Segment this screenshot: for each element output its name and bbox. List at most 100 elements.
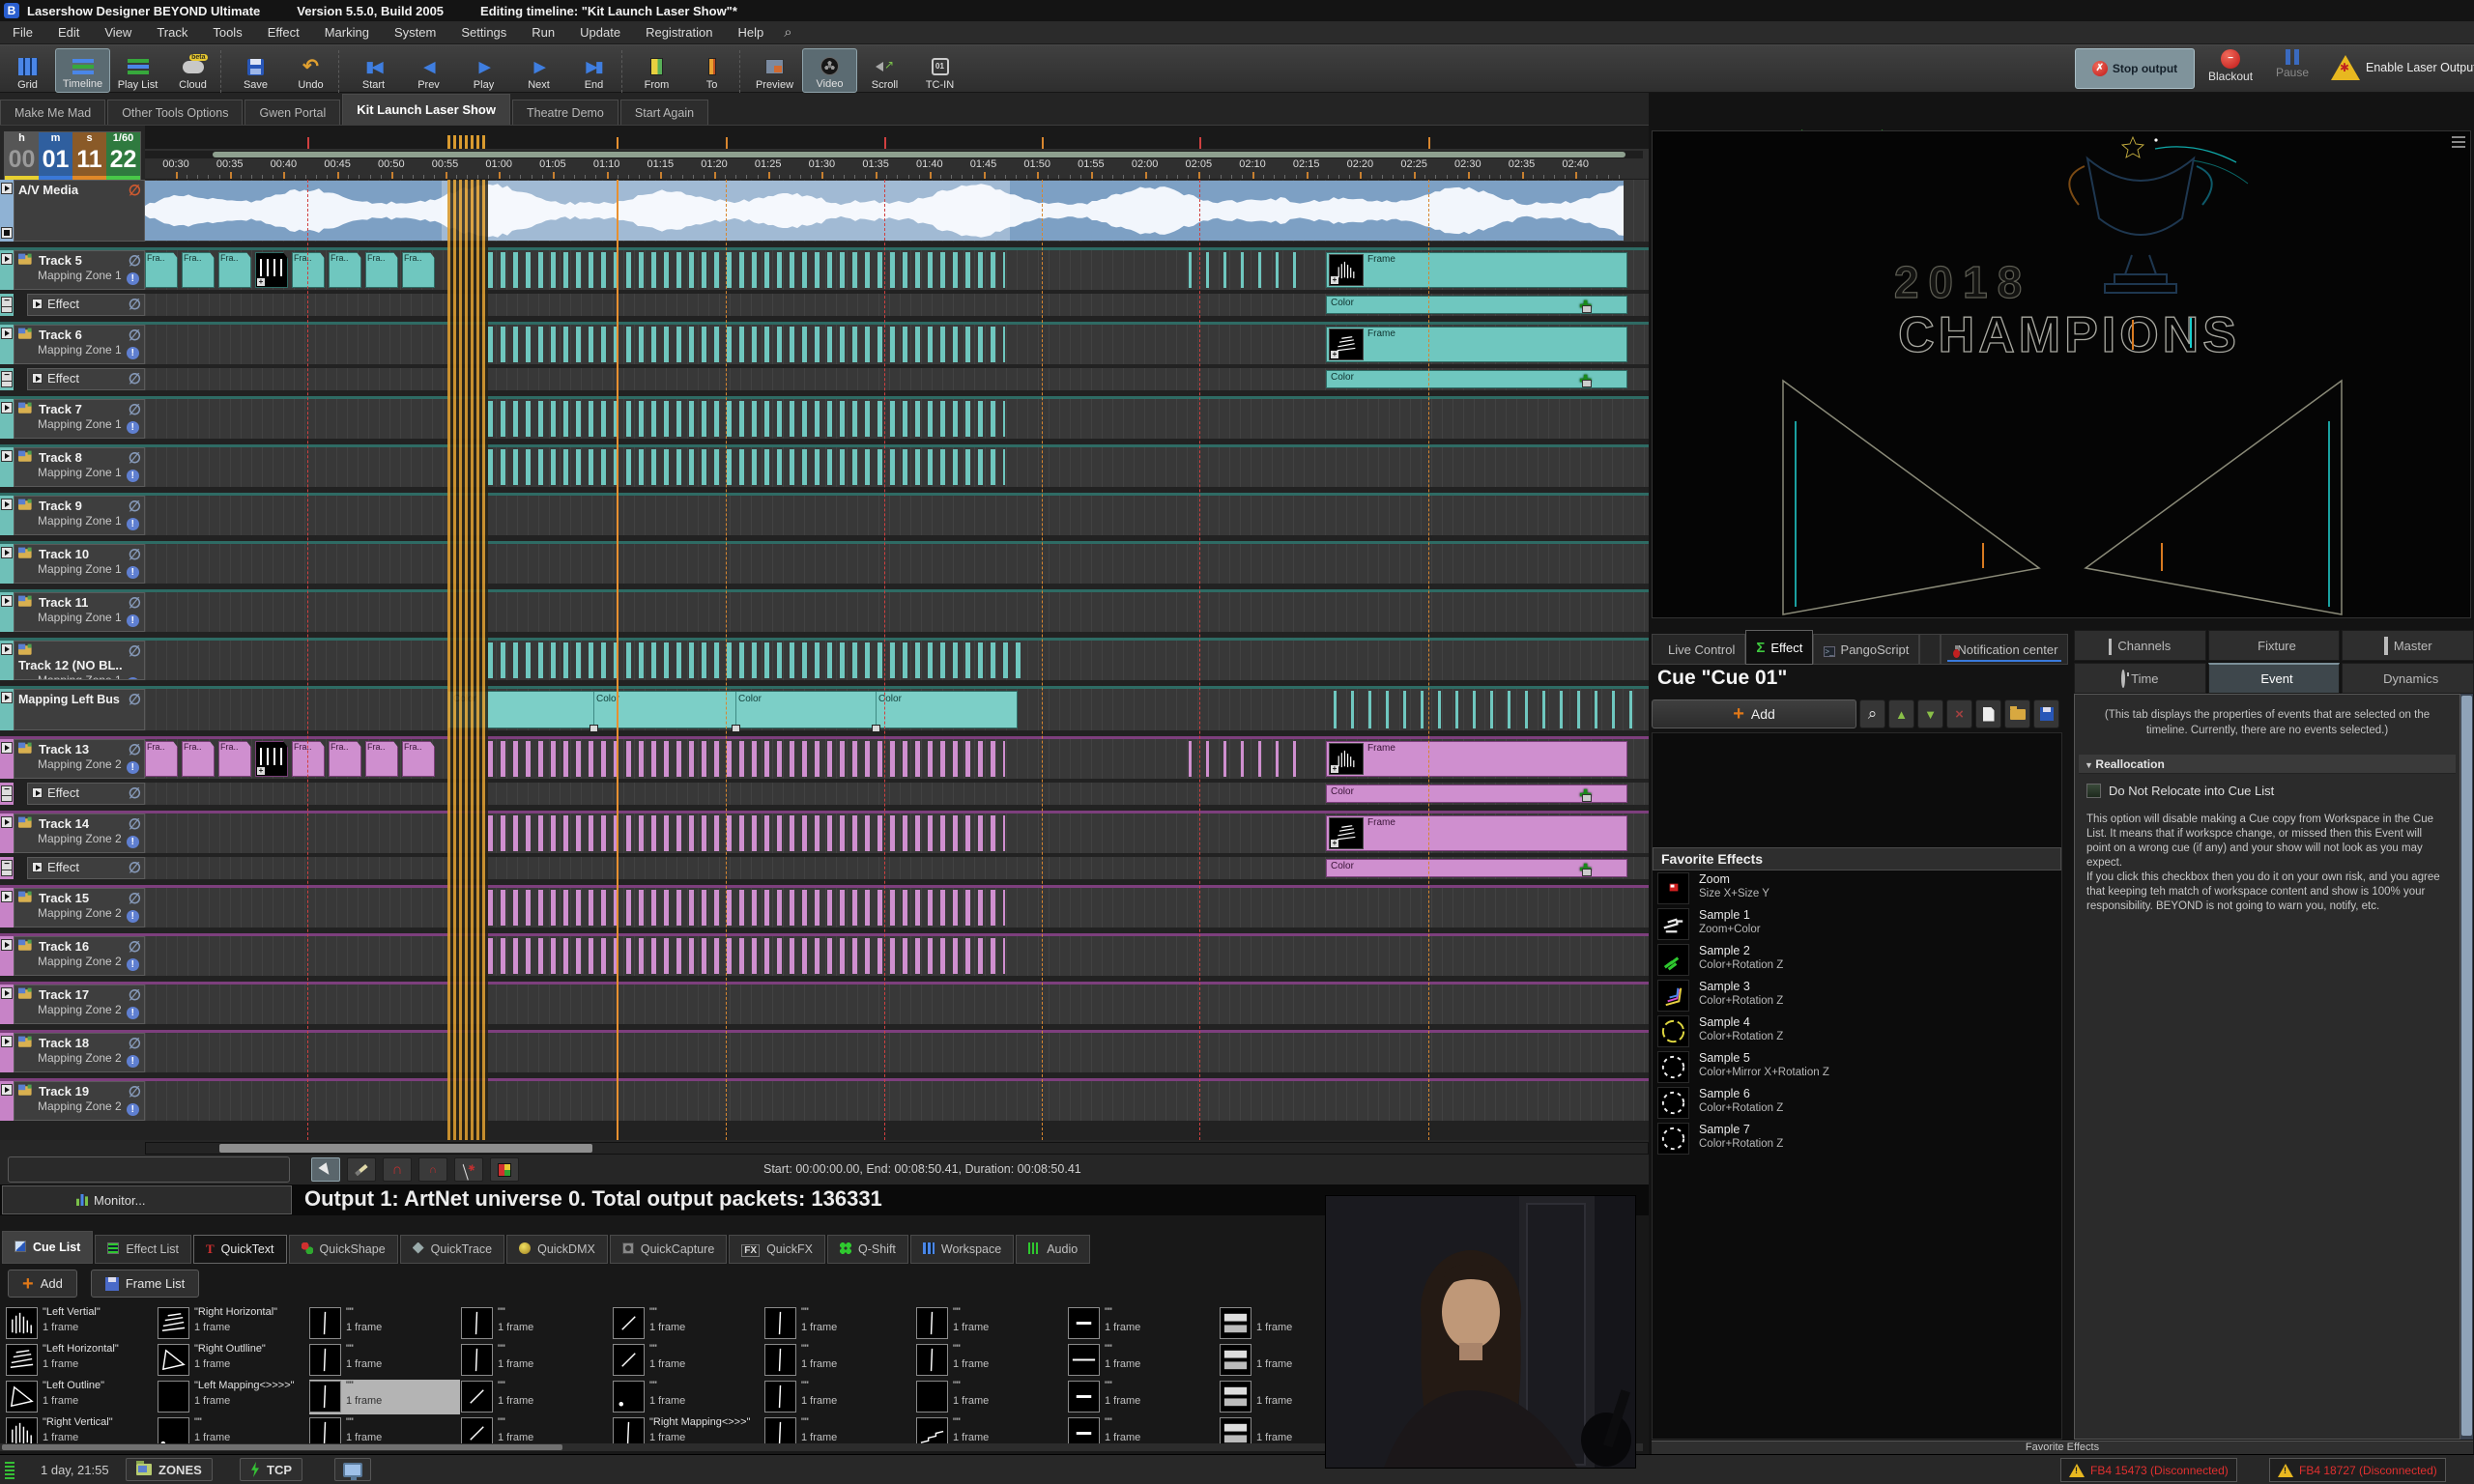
track-header[interactable]: Track 19∅Mapping Zone 2! [0, 1081, 145, 1121]
track-header[interactable]: Track 12 (NO BL..∅Mapping Zone 1! [0, 641, 145, 680]
mute-icon[interactable]: ∅ [129, 815, 141, 833]
bus-color-block[interactable]: ColorColorColorColor [447, 691, 1018, 728]
collapse-button[interactable]: − [1, 860, 13, 870]
tab-effect[interactable]: ΣEffect [1745, 630, 1813, 665]
track-header[interactable]: −Effect∅ [0, 368, 145, 390]
frame-event[interactable]: Fra.. [365, 252, 398, 288]
menu-system[interactable]: System [382, 25, 448, 40]
cue-cell[interactable]: ""1 frame [461, 1343, 612, 1378]
mute-icon[interactable]: ∅ [129, 449, 141, 467]
event-stripe-block[interactable] [488, 252, 1005, 288]
mute-icon[interactable]: ∅ [129, 938, 141, 956]
grid-button[interactable]: Grid [0, 48, 55, 93]
stop-output-button[interactable]: ✗ Stop output [2075, 48, 2195, 89]
menu-settings[interactable]: Settings [448, 25, 519, 40]
timeline-hscrollbar[interactable] [145, 1142, 1649, 1155]
event-stripe-block[interactable] [488, 449, 1005, 485]
monitor-display-button[interactable] [334, 1458, 371, 1481]
show-tab-start-again[interactable]: Start Again [620, 100, 708, 125]
mute-icon[interactable]: ∅ [129, 785, 141, 802]
mute-icon[interactable]: ∅ [129, 546, 141, 563]
show-tab-make-me-mad[interactable]: Make Me Mad [0, 100, 105, 125]
track-content[interactable]: Fra..Fra..Fra..+Fra..Fra..Fra..Fra..+Fra… [145, 739, 1649, 779]
keyframe-handle[interactable] [590, 725, 598, 732]
frame-event[interactable]: Fra.. [218, 252, 251, 288]
track-content[interactable]: Color✚ [145, 368, 1649, 390]
menu-search-icon[interactable]: ⌕ [776, 24, 799, 41]
magnet-small-tool[interactable]: ∩ [418, 1157, 447, 1182]
menu-help[interactable]: Help [725, 25, 776, 40]
mute-icon[interactable]: ∅ [129, 498, 141, 515]
zones-button[interactable]: ZONES [126, 1458, 213, 1481]
search-effect-button[interactable]: ⌕ [1859, 699, 1885, 728]
sparse-event-block[interactable] [1189, 252, 1310, 288]
menu-file[interactable]: File [0, 25, 45, 40]
track-content[interactable]: +Frame [145, 325, 1649, 364]
tab-fixture[interactable]: Fixture [2208, 630, 2341, 661]
mute-icon[interactable]: ∅ [129, 252, 141, 270]
frame-event-long[interactable]: +Frame [1326, 252, 1627, 288]
cue-grid-scroll-thumb[interactable] [2, 1444, 562, 1450]
event-stripe-block[interactable] [488, 815, 1005, 851]
collapse-button[interactable]: − [1, 297, 13, 307]
fb4-status-1[interactable]: FB4 18727 (Disconnected) [2269, 1458, 2446, 1482]
color-effect-block[interactable]: Color✚ [1326, 785, 1627, 803]
brush-tool[interactable] [347, 1157, 376, 1182]
keyframe-handle[interactable] [732, 725, 740, 732]
timeline-marker[interactable] [1042, 137, 1044, 149]
tab-time[interactable]: Time [2074, 663, 2206, 694]
mute-icon[interactable]: ∅ [129, 859, 141, 876]
timeline-button[interactable]: Timeline [55, 48, 110, 93]
favorite-effect-item[interactable]: Sample 7Color+Rotation Z [1653, 1121, 2061, 1156]
track-stop-button[interactable] [1, 227, 13, 239]
mute-icon[interactable]: ∅ [129, 327, 141, 344]
track-content[interactable]: Color✚ [145, 294, 1649, 316]
color-effect-block[interactable]: Color✚ [1326, 370, 1627, 388]
cue-cell[interactable]: ""1 frame [916, 1306, 1067, 1341]
blackout-button[interactable]: − Blackout [2208, 49, 2253, 83]
track-header[interactable]: Track 17∅Mapping Zone 2! [0, 985, 145, 1024]
timeline-hscroll-thumb[interactable] [219, 1144, 592, 1153]
show-tab-gwen-portal[interactable]: Gwen Portal [245, 100, 340, 125]
track-content[interactable]: Fra..Fra..Fra..+Fra..Fra..Fra..Fra..+Fra… [145, 250, 1649, 290]
track-content[interactable]: Color✚ [145, 783, 1649, 805]
frame-event[interactable]: Fra.. [218, 741, 251, 777]
timeline-marker[interactable] [1428, 137, 1430, 149]
save-button[interactable]: Save [228, 48, 283, 93]
ruler-zoom-thumb[interactable] [213, 152, 1625, 157]
track-play-button[interactable] [1, 891, 13, 902]
pointer-tool[interactable] [311, 1157, 340, 1182]
tab-cue-list[interactable]: Cue List [2, 1231, 93, 1264]
track-play-button[interactable] [1, 402, 13, 414]
track-header[interactable]: Track 8∅Mapping Zone 1! [0, 447, 145, 487]
add-cue-button[interactable]: + Add [8, 1270, 77, 1298]
keyframe-handle[interactable] [1582, 380, 1592, 387]
frame-event-long[interactable]: +Frame [1326, 741, 1627, 777]
track-header[interactable]: −Track 14∅Mapping Zone 2! [0, 813, 145, 853]
favorite-effect-item[interactable]: ZoomSize X+Size Y [1653, 870, 2061, 906]
monitor-button[interactable]: Monitor... [2, 1185, 292, 1214]
tab-master[interactable]: Master [2342, 630, 2474, 661]
frame-event[interactable]: Fra.. [329, 741, 361, 777]
cue-cell[interactable]: ""1 frame [764, 1380, 915, 1414]
track-play-button[interactable] [1, 328, 13, 339]
tab-live-control[interactable]: Live Control [1652, 634, 1745, 665]
track-header[interactable]: −Track 13∅Mapping Zone 2! [0, 739, 145, 779]
menu-registration[interactable]: Registration [633, 25, 725, 40]
mute-icon[interactable]: ∅ [129, 296, 141, 313]
track-content[interactable] [145, 641, 1649, 680]
magnet-tool[interactable]: ∩ [383, 1157, 412, 1182]
tab-quickfx[interactable]: FXQuickFX [729, 1235, 825, 1264]
next-button[interactable]: ▶Next [511, 48, 566, 93]
laser-preview[interactable]: 2018CHAMPIONS [1652, 130, 2471, 618]
track-content[interactable] [145, 985, 1649, 1024]
keyframe-handle[interactable] [1582, 305, 1592, 313]
track-play-button[interactable] [1, 499, 13, 510]
save-effect-button[interactable] [2033, 699, 2059, 728]
mute-icon[interactable]: ∅ [129, 986, 141, 1004]
event-stripe-block[interactable] [488, 642, 1021, 678]
new-effect-button[interactable] [1975, 699, 2001, 728]
cue-cell[interactable]: ""1 frame [461, 1380, 612, 1414]
track-play-button[interactable] [1, 643, 13, 655]
track-content[interactable] [145, 888, 1649, 928]
